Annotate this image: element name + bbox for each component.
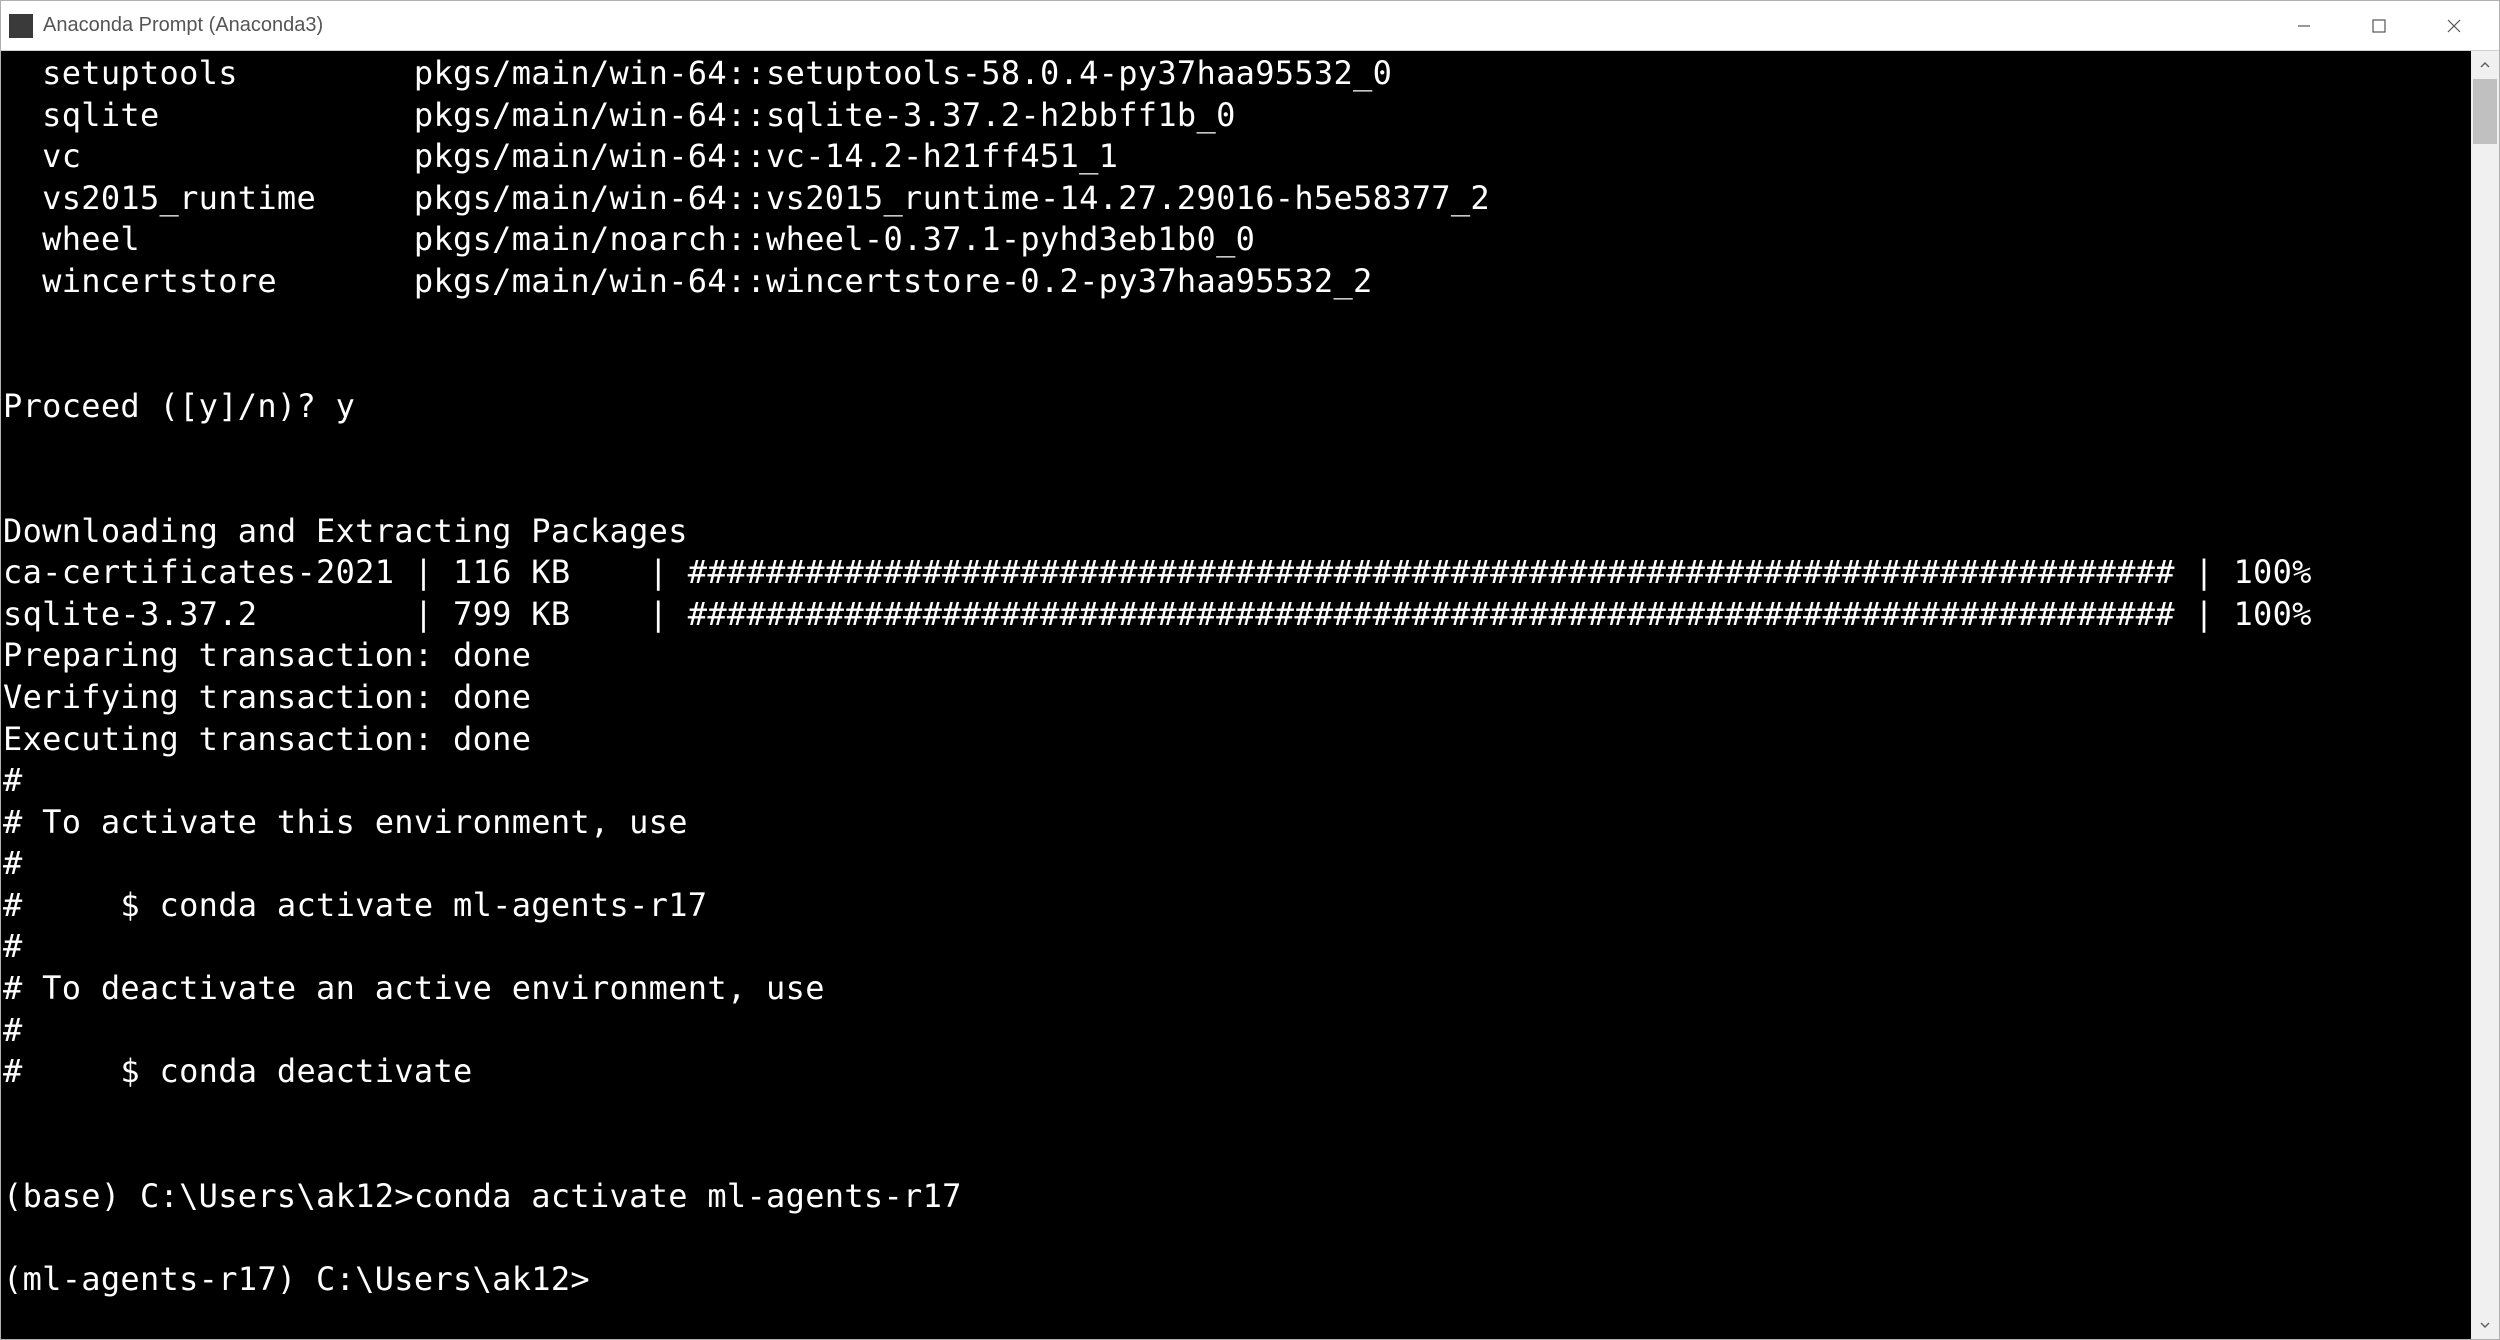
- titlebar[interactable]: Anaconda Prompt (Anaconda3): [1, 1, 2499, 51]
- close-icon: [2445, 17, 2463, 35]
- chevron-down-icon: [2479, 1319, 2491, 1331]
- minimize-button[interactable]: [2266, 1, 2341, 51]
- scroll-track[interactable]: [2471, 79, 2499, 1311]
- app-icon: [9, 14, 33, 38]
- app-window: Anaconda Prompt (Anaconda3) setuptools p…: [0, 0, 2500, 1340]
- window-controls: [2266, 1, 2491, 51]
- minimize-icon: [2295, 17, 2313, 35]
- close-button[interactable]: [2416, 1, 2491, 51]
- scroll-thumb[interactable]: [2473, 79, 2497, 144]
- terminal-container: setuptools pkgs/main/win-64::setuptools-…: [1, 51, 2499, 1339]
- vertical-scrollbar[interactable]: [2471, 51, 2499, 1339]
- window-title: Anaconda Prompt (Anaconda3): [43, 14, 323, 37]
- maximize-icon: [2371, 18, 2387, 34]
- scroll-down-arrow[interactable]: [2471, 1311, 2499, 1339]
- terminal-output[interactable]: setuptools pkgs/main/win-64::setuptools-…: [1, 51, 2471, 1339]
- scroll-up-arrow[interactable]: [2471, 51, 2499, 79]
- maximize-button[interactable]: [2341, 1, 2416, 51]
- chevron-up-icon: [2479, 59, 2491, 71]
